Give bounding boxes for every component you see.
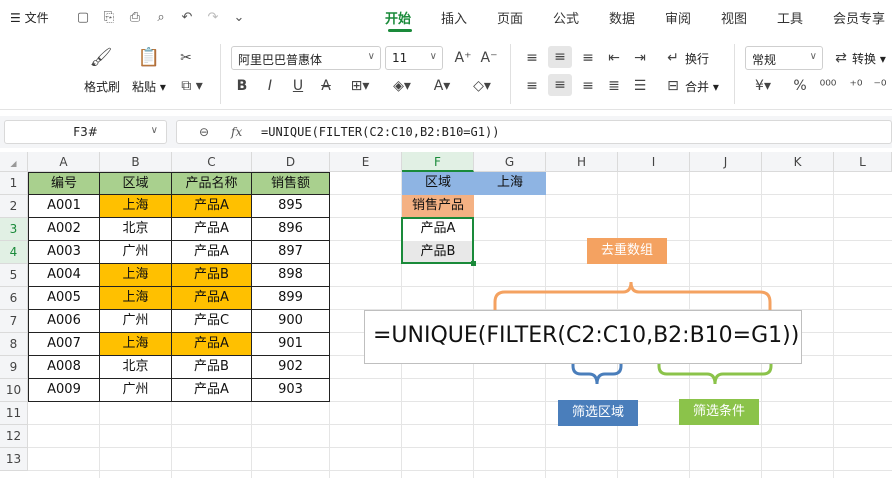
annotated-formula: =UNIQUE(FILTER(C2:C10,B2:B10=G1))	[364, 310, 802, 364]
filter-range-label: 筛选区域	[558, 400, 638, 426]
filter-cond-label: 筛选条件	[679, 399, 759, 425]
dedupe-label: 去重数组	[587, 238, 667, 264]
